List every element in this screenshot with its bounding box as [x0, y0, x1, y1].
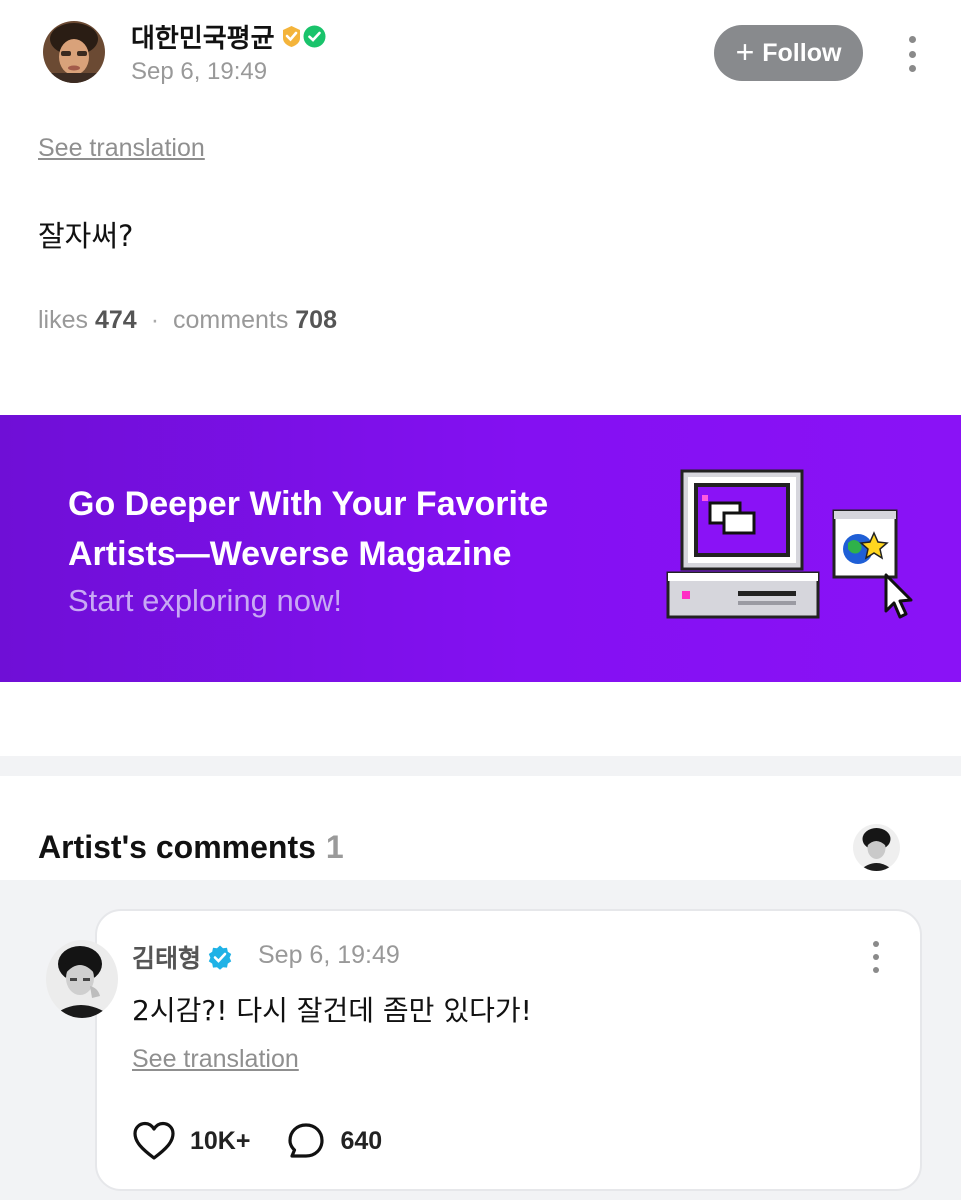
like-button[interactable]: 10K+: [132, 1121, 250, 1161]
more-options-icon[interactable]: [898, 34, 926, 74]
plus-icon: +: [735, 33, 755, 70]
likes-count: 474: [94, 306, 137, 334]
comment-text: 2시감?! 다시 잘건데 좀만 있다가!: [132, 994, 532, 1027]
green-check-badge-icon: [303, 25, 326, 48]
artist-comments-list: 김태형 Sep 6, 19:49 2시감?! 다시 잘건데 좀만 있다가! Se…: [0, 880, 961, 1200]
comment-see-translation-link[interactable]: See translation: [132, 1045, 299, 1074]
comment-author[interactable]: 김태형: [132, 939, 201, 975]
banner-subtitle: Start exploring now!: [68, 583, 342, 618]
follow-button[interactable]: + Follow: [714, 25, 863, 81]
stats-separator: ·: [150, 306, 160, 334]
comment-actions: 10K+ 640: [132, 1121, 382, 1161]
post-body: 잘자써?: [38, 219, 134, 253]
comment-more-options-icon[interactable]: [869, 941, 883, 973]
comments-stat[interactable]: comments 708: [173, 306, 337, 335]
weverse-magazine-banner[interactable]: Go Deeper With Your Favorite Artists—Wev…: [0, 415, 961, 682]
artist-avatar-small[interactable]: [853, 824, 900, 871]
comment-date: Sep 6, 19:49: [258, 941, 400, 969]
author-name-row[interactable]: 대한민국평균: [131, 18, 327, 55]
verified-badge-icon: [208, 945, 232, 970]
comment-author-row[interactable]: 김태형: [132, 939, 233, 975]
reply-button[interactable]: 640: [286, 1121, 382, 1161]
banner-title: Go Deeper With Your Favorite Artists—Wev…: [68, 485, 549, 573]
reply-count: 640: [340, 1126, 383, 1155]
comment-author-avatar[interactable]: [46, 940, 118, 1018]
author-avatar[interactable]: [43, 21, 105, 83]
author-name[interactable]: 대한민국평균: [131, 18, 275, 55]
comment-bubble-icon: [288, 1123, 325, 1158]
artist-comments-heading: Artist's comments: [38, 829, 316, 865]
follow-label: Follow: [762, 38, 842, 67]
post-header: 대한민국평균 Sep 6, 19:49 + Follow: [0, 0, 961, 110]
like-count: 10K+: [190, 1126, 251, 1155]
see-translation-link[interactable]: See translation: [38, 134, 205, 163]
post-date: Sep 6, 19:49: [131, 58, 268, 85]
artist-comments-header: Artist's comments 1: [0, 776, 961, 880]
artist-comments-count: 1: [325, 829, 344, 865]
artist-comment-card: 김태형 Sep 6, 19:49 2시감?! 다시 잘건데 좀만 있다가! Se…: [95, 909, 922, 1191]
artist-comments-title: Artist's comments 1: [38, 829, 344, 866]
section-divider: [0, 756, 961, 776]
likes-stat[interactable]: likes 474: [38, 306, 137, 335]
heart-icon: [133, 1121, 175, 1160]
post-stats: likes 474 · comments 708: [38, 306, 337, 335]
retro-computer-illustration: [666, 469, 913, 619]
comments-count: 708: [295, 306, 337, 334]
gold-heart-check-badge-icon: [282, 26, 300, 47]
